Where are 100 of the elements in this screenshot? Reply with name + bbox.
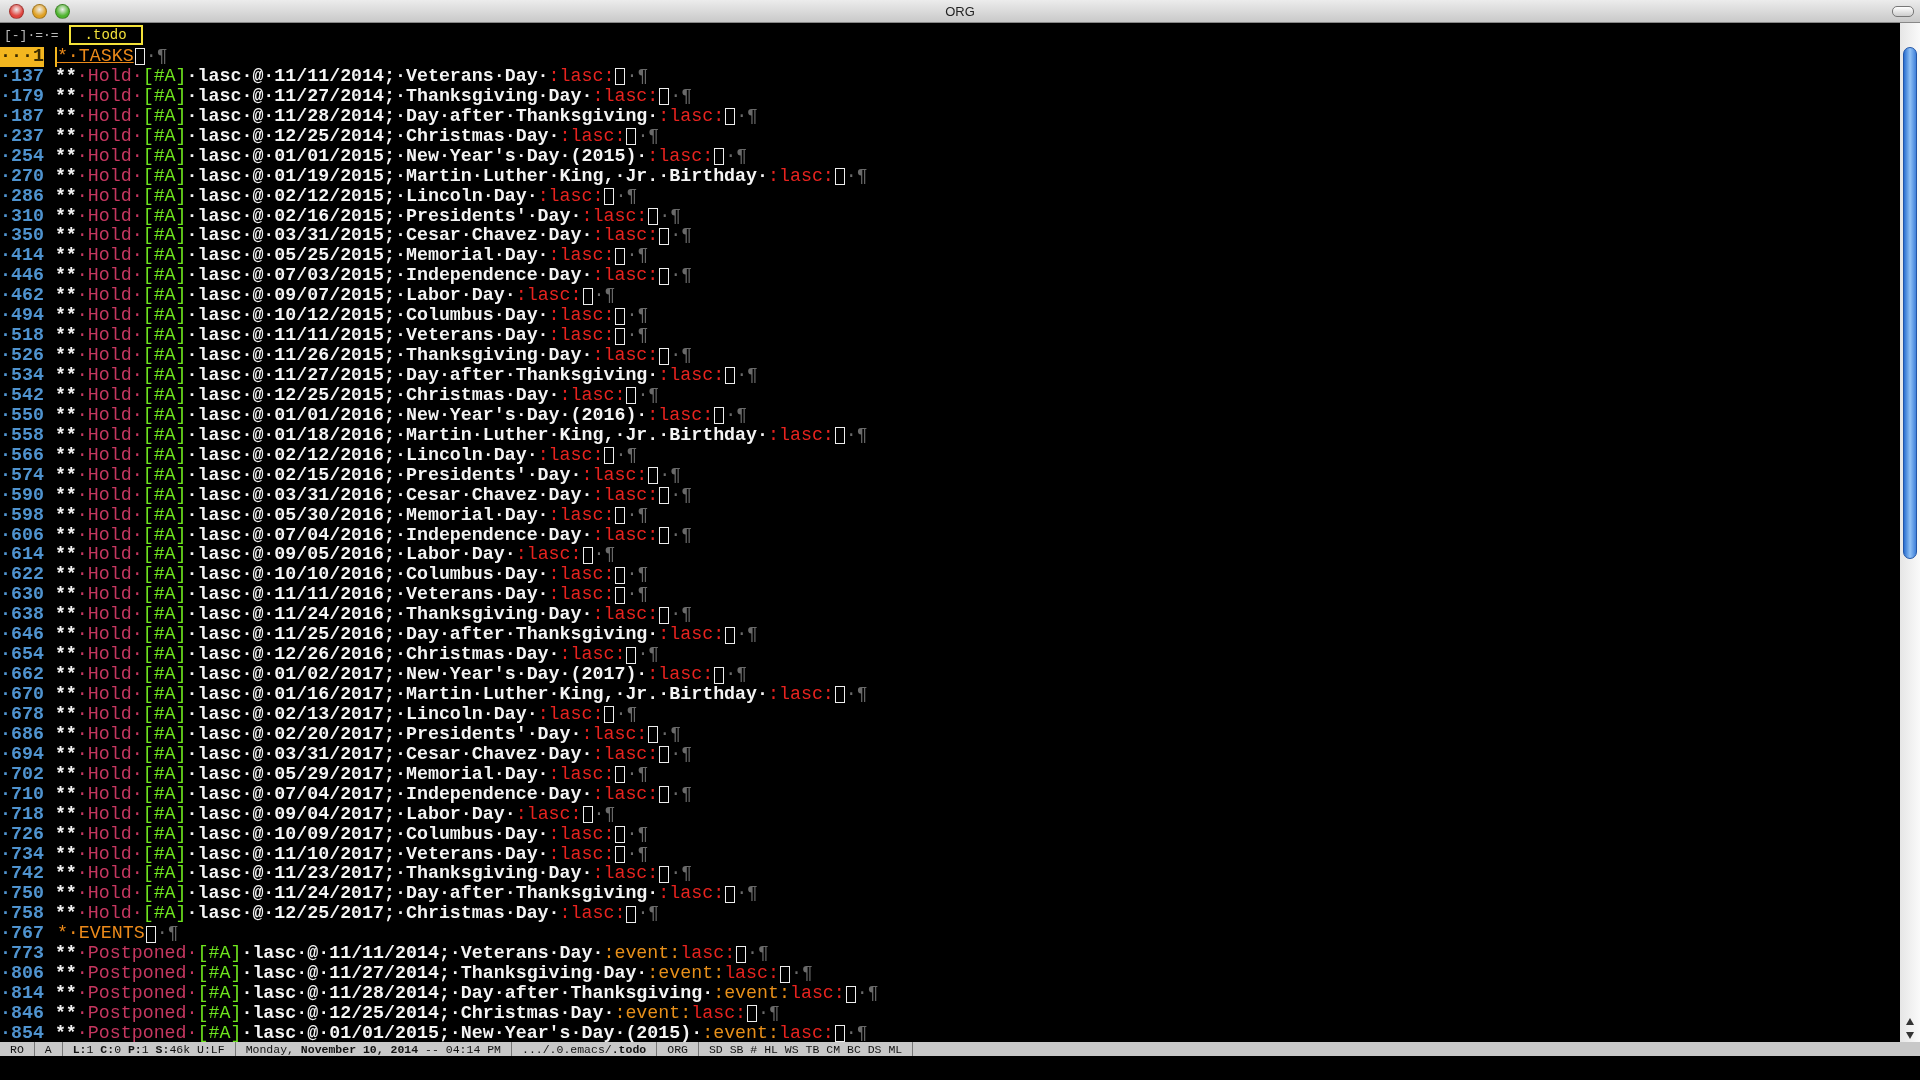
heading-stars: ** — [54, 1023, 77, 1042]
box-icon — [582, 546, 593, 564]
heading-stars: ** — [54, 226, 77, 247]
line-number: ·814 — [0, 984, 44, 1004]
heading-stars: ** — [54, 186, 77, 207]
task-title: ·lasc·@·12/26/2016;·Christmas·Day· — [186, 645, 560, 666]
task-title: ·lasc·@·07/03/2015;·Independence·Day· — [186, 266, 593, 287]
task-title: ·lasc·@·03/31/2016;·Cesar·Chavez·Day· — [186, 485, 593, 506]
pilcrow-mark: ·¶ — [670, 525, 693, 546]
box-icon — [648, 467, 659, 485]
task-title: ·lasc·@·12/25/2014;·Christmas·Day· — [186, 126, 560, 147]
line-number: ·494 — [0, 306, 44, 327]
box-icon — [626, 387, 637, 405]
close-button[interactable] — [9, 3, 24, 19]
priority-cookie: [#A] — [142, 326, 187, 347]
priority-cookie: [#A] — [142, 605, 187, 626]
priority-cookie: [#A] — [142, 764, 187, 785]
pilcrow-mark: ·¶ — [145, 47, 168, 67]
todo-keyword: ·Hold· — [76, 146, 143, 167]
line-number: ·270 — [0, 166, 44, 187]
pilcrow-mark: ·¶ — [670, 226, 693, 247]
tag: lasc: — [779, 1023, 834, 1042]
tag: :lasc: — [515, 804, 582, 825]
todo-keyword: ·Hold· — [76, 126, 143, 147]
task-title: ·lasc·@·12/25/2015;·Christmas·Day· — [186, 385, 560, 406]
priority-cookie: [#A] — [142, 266, 187, 287]
heading-stars: ** — [54, 824, 77, 845]
priority-cookie: [#A] — [142, 385, 187, 406]
tag: :lasc: — [559, 645, 626, 666]
task-title: ·lasc·@·02/15/2016;·Presidents'·Day· — [186, 465, 582, 486]
line-number: ·638 — [0, 605, 44, 626]
cursor-box-icon — [145, 925, 156, 943]
mode-line-segment: L:1 C:0 P:1 S:46k U:LF — [62, 1042, 236, 1056]
pilcrow-mark: ·¶ — [659, 206, 682, 227]
pilcrow-mark: ·¶ — [626, 306, 649, 327]
priority-cookie: [#A] — [142, 146, 187, 167]
pilcrow-mark: ·¶ — [626, 844, 649, 865]
task-title: ·lasc·@·01/01/2015;·New·Year's·Day·(2015)· — [186, 146, 648, 167]
priority-cookie: [#A] — [197, 984, 242, 1004]
mode-line-segment: RO — [0, 1042, 35, 1056]
tag: :lasc: — [592, 744, 659, 765]
toolbar-toggle-button[interactable] — [1892, 5, 1914, 17]
box-icon — [714, 407, 725, 425]
priority-cookie: [#A] — [142, 366, 187, 386]
tag: :lasc: — [647, 665, 714, 685]
task-title: ·lasc·@·11/11/2015;·Veterans·Day· — [186, 326, 549, 347]
line-number: ·566 — [0, 445, 44, 466]
task-title: ·lasc·@·02/20/2017;·Presidents'·Day· — [186, 724, 582, 745]
priority-cookie: [#A] — [142, 186, 187, 207]
priority-cookie: [#A] — [142, 724, 187, 745]
tag: lasc: — [724, 964, 779, 985]
box-icon — [659, 526, 670, 544]
todo-keyword: ·Hold· — [76, 904, 143, 925]
todo-keyword: ·Hold· — [76, 266, 143, 287]
pilcrow-mark: ·¶ — [615, 704, 638, 725]
minimize-button[interactable] — [32, 3, 47, 19]
tag: :lasc: — [515, 545, 582, 566]
scrollbar[interactable] — [1900, 23, 1920, 1042]
scroll-thumb[interactable] — [1903, 47, 1917, 559]
box-icon — [648, 207, 659, 225]
priority-cookie: [#A] — [142, 824, 187, 845]
todo-keyword: ·Hold· — [76, 645, 143, 666]
priority-cookie: [#A] — [142, 884, 187, 905]
pilcrow-mark: ·¶ — [156, 924, 179, 945]
heading-stars: ** — [54, 246, 77, 267]
line-number: ·758 — [0, 904, 44, 925]
tag: lasc: — [691, 1004, 747, 1024]
tag: :lasc: — [548, 246, 615, 267]
tag: :lasc: — [559, 904, 626, 925]
priority-cookie: [#A] — [142, 405, 187, 426]
tag: :lasc: — [548, 505, 615, 526]
priority-cookie: [#A] — [142, 565, 187, 586]
line-number: ·542 — [0, 385, 44, 406]
box-icon — [604, 706, 615, 724]
todo-keyword: ·Postponed· — [76, 984, 198, 1004]
tag: :lasc: — [658, 884, 725, 905]
task-title: ·lasc·@·07/04/2017;·Independence·Day· — [186, 784, 593, 805]
line-number: ·734 — [0, 844, 44, 865]
box-icon — [834, 1025, 845, 1042]
line-number: ·462 — [0, 286, 44, 307]
zoom-button[interactable] — [55, 3, 70, 19]
todo-keyword: ·Hold· — [76, 485, 143, 506]
task-title: ·lasc·@·02/12/2015;·Lincoln·Day· — [186, 186, 538, 207]
todo-keyword: ·Hold· — [76, 186, 143, 207]
heading-stars: ** — [54, 864, 77, 885]
box-icon — [626, 128, 637, 146]
heading-stars: ** — [54, 346, 77, 366]
tag: lasc: — [680, 944, 736, 965]
todo-keyword: ·Postponed· — [76, 1023, 198, 1042]
box-icon — [604, 188, 615, 206]
task-title: ·lasc·@·01/02/2017;·New·Year's·Day·(2017)· — [186, 665, 648, 685]
tag: :event: — [603, 944, 681, 965]
heading-stars: ** — [54, 385, 77, 406]
heading-stars: ** — [54, 425, 77, 446]
pilcrow-mark: ·¶ — [791, 964, 813, 985]
tag: :lasc: — [537, 445, 604, 466]
task-title: ·lasc·@·05/30/2016;·Memorial·Day· — [186, 505, 549, 526]
tag: :lasc: — [647, 405, 714, 426]
heading-stars: ** — [54, 605, 77, 626]
heading-stars: ** — [54, 585, 77, 606]
